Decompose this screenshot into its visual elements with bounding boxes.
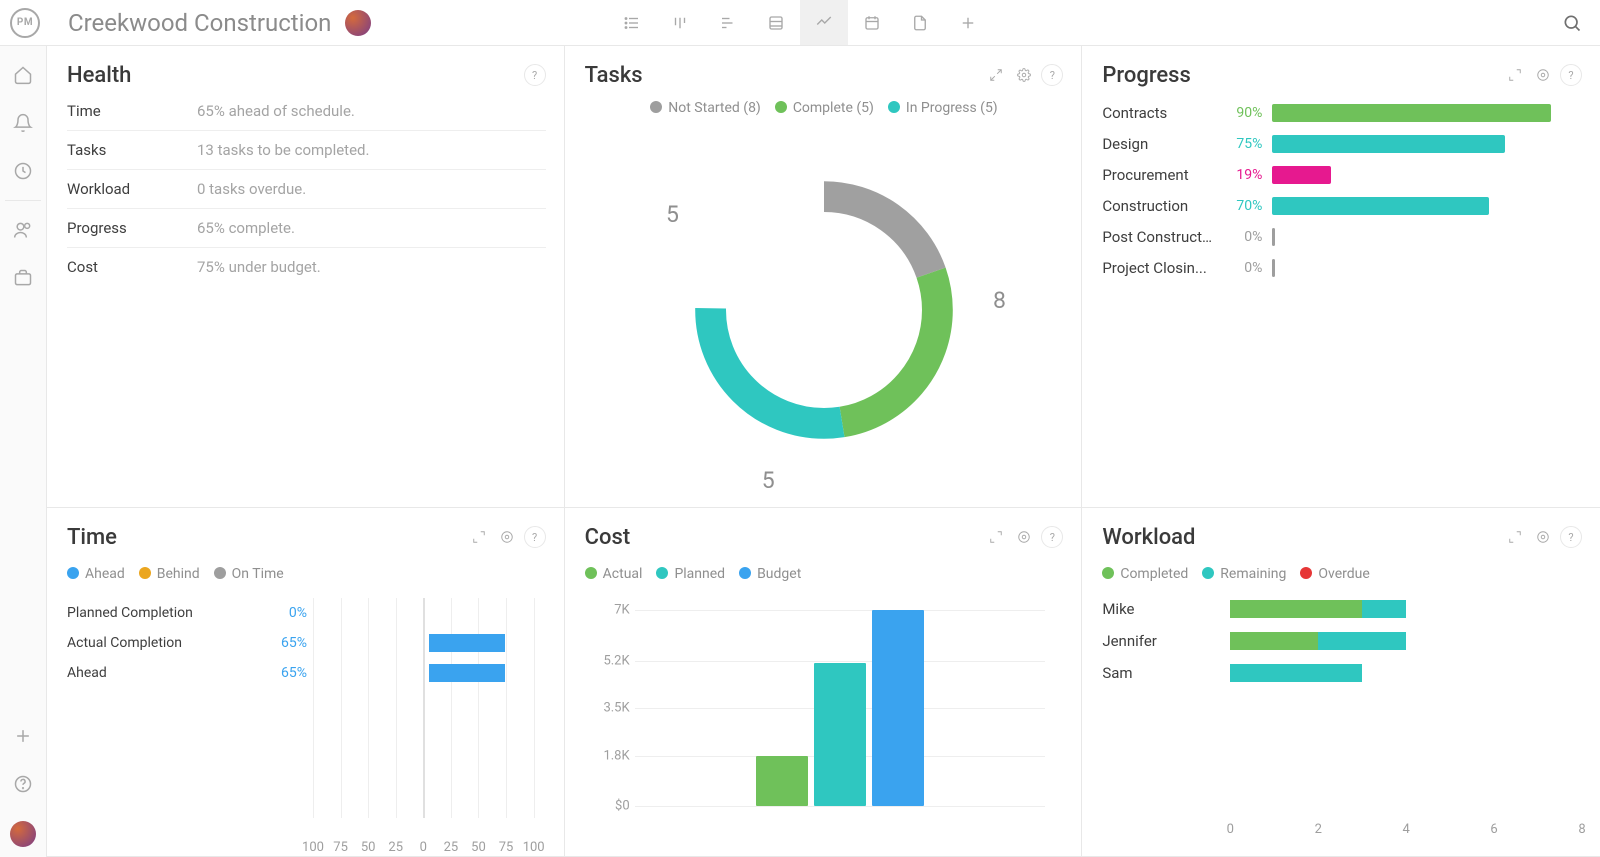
workload-row: Jennifer xyxy=(1102,632,1582,650)
sidebar-home-icon[interactable] xyxy=(12,64,34,86)
card-progress: Progress ? Contracts90% Design75% Procurem… xyxy=(1082,46,1600,508)
health-row-progress: Progress65% complete. xyxy=(67,209,546,248)
workload-row: Sam xyxy=(1102,664,1582,682)
project-title: Creekwood Construction xyxy=(68,9,331,37)
card-title: Workload xyxy=(1102,525,1195,550)
sidebar-team-icon[interactable] xyxy=(12,219,34,241)
card-title: Health xyxy=(67,63,131,88)
gear-button[interactable] xyxy=(1013,64,1035,86)
health-row-tasks: Tasks13 tasks to be completed. xyxy=(67,131,546,170)
sidebar-portfolio-icon[interactable] xyxy=(12,267,34,289)
card-health: Health ? Time65% ahead of schedule. Task… xyxy=(47,46,565,508)
view-tabs xyxy=(608,0,992,45)
cost-bar xyxy=(814,663,866,806)
cost-bar xyxy=(872,610,924,806)
progress-row: Project Closin...0% xyxy=(1102,259,1582,277)
gear-button[interactable] xyxy=(1532,526,1554,548)
view-tab-sheet[interactable] xyxy=(752,0,800,45)
view-tab-files[interactable] xyxy=(896,0,944,45)
health-row-time: Time65% ahead of schedule. xyxy=(67,98,546,131)
sidebar-notifications-icon[interactable] xyxy=(12,112,34,134)
view-tab-list[interactable] xyxy=(608,0,656,45)
workload-ticks: 02468 xyxy=(1102,822,1582,846)
sidebar-add-icon[interactable] xyxy=(12,725,34,747)
cost-bar xyxy=(756,756,808,806)
progress-row: Contracts90% xyxy=(1102,104,1582,122)
card-title: Progress xyxy=(1102,63,1191,88)
expand-button[interactable] xyxy=(468,526,490,548)
progress-row: Design75% xyxy=(1102,135,1582,153)
legend-item: Not Started (8) xyxy=(650,100,761,116)
project-avatar[interactable] xyxy=(345,10,371,36)
health-rows: Time65% ahead of schedule. Tasks13 tasks… xyxy=(67,98,546,282)
legend-item: In Progress (5) xyxy=(888,100,998,116)
card-tasks: Tasks ? Not Started (8) Complete (5) In … xyxy=(565,46,1083,508)
card-workload: Workload ? Completed Remaining Overdue M… xyxy=(1082,508,1600,857)
legend-item: Budget xyxy=(739,566,801,582)
help-button[interactable]: ? xyxy=(1041,526,1063,548)
card-title: Tasks xyxy=(585,63,643,88)
workload-row: Mike xyxy=(1102,600,1582,618)
help-button[interactable]: ? xyxy=(524,526,546,548)
time-row: Actual Completion65% xyxy=(67,628,546,658)
help-button[interactable]: ? xyxy=(1560,64,1582,86)
tasks-legend: Not Started (8) Complete (5) In Progress… xyxy=(585,100,1064,116)
cost-legend: Actual Planned Budget xyxy=(585,566,1064,582)
legend-item: Behind xyxy=(139,566,200,582)
help-button[interactable]: ? xyxy=(1560,526,1582,548)
sidebar-user-avatar[interactable] xyxy=(10,821,36,847)
search-button[interactable] xyxy=(1562,13,1582,33)
progress-row: Post Construct...0% xyxy=(1102,228,1582,246)
workload-rows: Mike Jennifer Sam xyxy=(1102,592,1582,682)
legend-item: Ahead xyxy=(67,566,125,582)
health-row-cost: Cost75% under budget. xyxy=(67,248,546,282)
sidebar-activity-icon[interactable] xyxy=(12,160,34,182)
view-tab-add[interactable] xyxy=(944,0,992,45)
gear-button[interactable] xyxy=(496,526,518,548)
expand-button[interactable] xyxy=(1504,64,1526,86)
legend-item: Overdue xyxy=(1300,566,1369,582)
legend-item: Completed xyxy=(1102,566,1188,582)
help-button[interactable]: ? xyxy=(1041,64,1063,86)
health-row-workload: Workload0 tasks overdue. xyxy=(67,170,546,209)
expand-button[interactable] xyxy=(1504,526,1526,548)
card-time: Time ? Ahead Behind On Time Planned Comp… xyxy=(47,508,565,857)
workload-legend: Completed Remaining Overdue xyxy=(1102,566,1582,582)
legend-item: Planned xyxy=(656,566,725,582)
donut-label-in-progress: 5 xyxy=(666,201,679,228)
time-row: Ahead65% xyxy=(67,658,546,688)
card-title: Cost xyxy=(585,525,631,550)
time-legend: Ahead Behind On Time xyxy=(67,566,546,582)
donut-label-complete: 5 xyxy=(762,467,775,494)
app-logo[interactable]: PM xyxy=(10,8,40,38)
gear-button[interactable] xyxy=(1532,64,1554,86)
expand-button[interactable] xyxy=(985,64,1007,86)
donut-label-not-started: 8 xyxy=(993,287,1006,314)
card-cost: Cost ? Actual Planned Budget 7K5.2K3.5K1… xyxy=(565,508,1083,857)
sidebar xyxy=(0,46,47,857)
view-tab-dashboard[interactable] xyxy=(800,0,848,45)
time-row: Planned Completion0% xyxy=(67,598,546,628)
dashboard-grid: Health ? Time65% ahead of schedule. Task… xyxy=(47,46,1600,857)
sidebar-help-icon[interactable] xyxy=(12,773,34,795)
expand-button[interactable] xyxy=(985,526,1007,548)
progress-row: Construction70% xyxy=(1102,197,1582,215)
view-tab-gantt[interactable] xyxy=(704,0,752,45)
view-tab-board[interactable] xyxy=(656,0,704,45)
time-chart: Planned Completion0%Actual Completion65%… xyxy=(67,592,546,846)
topbar: PM Creekwood Construction xyxy=(0,0,1600,46)
progress-rows: Contracts90% Design75% Procurement19% Const… xyxy=(1102,98,1582,277)
cost-chart: 7K5.2K3.5K1.8K$0 xyxy=(585,592,1064,846)
legend-item: Complete (5) xyxy=(775,100,874,116)
legend-item: Remaining xyxy=(1202,566,1286,582)
legend-item: Actual xyxy=(585,566,643,582)
help-button[interactable]: ? xyxy=(524,64,546,86)
tasks-donut: 8 5 5 xyxy=(585,122,1064,497)
gear-button[interactable] xyxy=(1013,526,1035,548)
card-title: Time xyxy=(67,525,117,550)
progress-row: Procurement19% xyxy=(1102,166,1582,184)
view-tab-calendar[interactable] xyxy=(848,0,896,45)
legend-item: On Time xyxy=(214,566,284,582)
